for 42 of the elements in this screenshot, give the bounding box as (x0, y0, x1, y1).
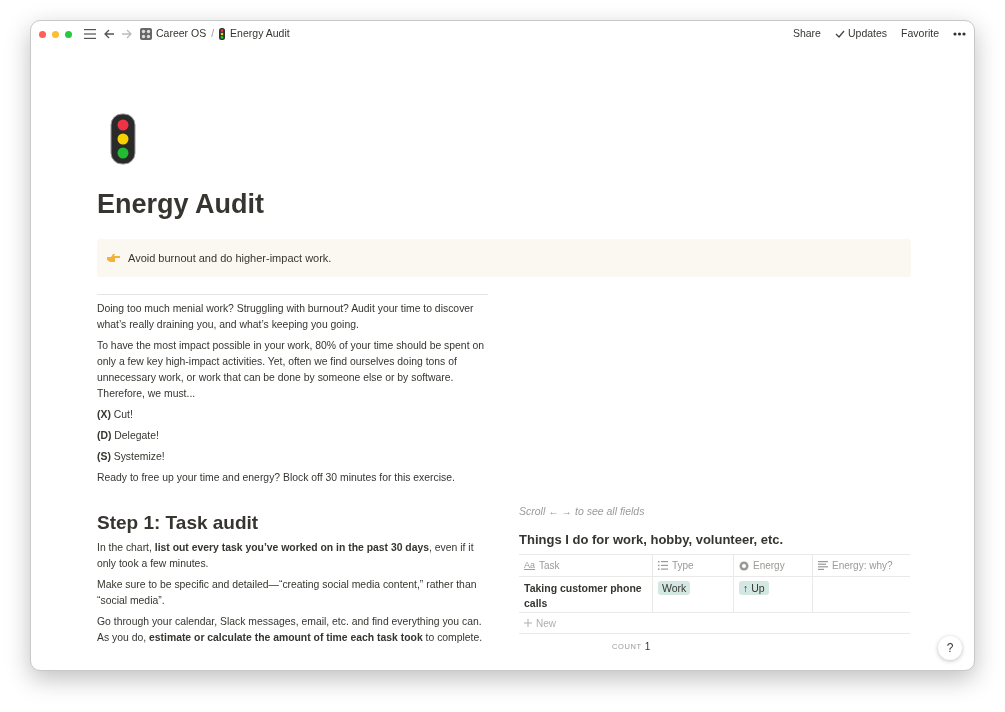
status-icon (739, 560, 749, 571)
page-title: Energy Audit (97, 188, 265, 221)
help-button[interactable]: ? (938, 636, 962, 660)
breadcrumb-separator: / (211, 26, 215, 42)
count-value: 1 (644, 640, 651, 655)
task-name: Taking customer phone calls (524, 582, 642, 610)
paragraph: Doing too much menial work? Struggling with burnout? Audit your time to discover what’s really draining you, and what’s keeping you going. (97, 302, 475, 332)
traffic-light-icon (110, 113, 136, 165)
minimize-window-button[interactable] (52, 30, 59, 38)
tag: ↑ Up (739, 581, 769, 596)
updates-button[interactable]: Updates (834, 26, 888, 42)
paragraph: To have the most impact possible in your work, 80% of your time should be spent on only a few key high-impact activities. Yet, often we find ourselves doing tons of unnecessary work, or work that can be done by someone else or by software. Therefore, we must... (97, 339, 485, 401)
breadcrumb-link[interactable]: Energy Audit (230, 26, 290, 42)
list-icon (658, 561, 668, 571)
close-window-button[interactable] (39, 30, 46, 38)
paragraph: (X) Cut! (97, 408, 134, 422)
callout-text: Avoid burnout and do higher-impact work. (128, 250, 332, 266)
text-type-icon: Aa (524, 559, 535, 573)
more-icon[interactable] (953, 32, 966, 36)
menu-icon[interactable] (84, 29, 96, 39)
table-title: Things I do for work, hobby, volunteer, etc. (519, 530, 785, 549)
section-heading: Step 1: Task audit (97, 511, 260, 535)
plus-icon (524, 619, 532, 628)
maximize-window-button[interactable] (65, 30, 72, 38)
scroll-hint: Scroll ← → to see all fields (519, 504, 646, 519)
topbar-button[interactable]: Favorite (901, 26, 939, 42)
paragraph: Go through your calendar, Slack messages, email, etc. and find everything you can. As you do, estimate or calculate the amount of time each task took to complete. (97, 615, 484, 645)
paragraph: Ready to free up your time and energy? Block off 30 minutes for this exercise. (97, 471, 456, 485)
tag: Work (658, 581, 691, 596)
paragraph: (S) Systemize! (97, 450, 166, 464)
pointing-hand-icon (106, 253, 120, 263)
paragraph: Make sure to be specific and detailed—“creating social media content,” rather than “social media”. (97, 578, 478, 608)
topbar-button[interactable]: Share (792, 26, 821, 42)
paragraph: In the chart, list out every task you’ve worked on in the past 30 days, even if it only took a few minutes. (97, 541, 475, 571)
traffic-light-icon (219, 28, 226, 40)
paragraph: (D) Delegate! (97, 429, 160, 443)
workspace-icon (140, 28, 152, 40)
back-arrow-icon[interactable] (104, 29, 115, 39)
breadcrumb-link[interactable]: Career OS (156, 26, 207, 42)
text-lines-icon (818, 561, 828, 571)
forward-arrow-icon[interactable] (121, 29, 132, 39)
check-icon (834, 30, 845, 38)
